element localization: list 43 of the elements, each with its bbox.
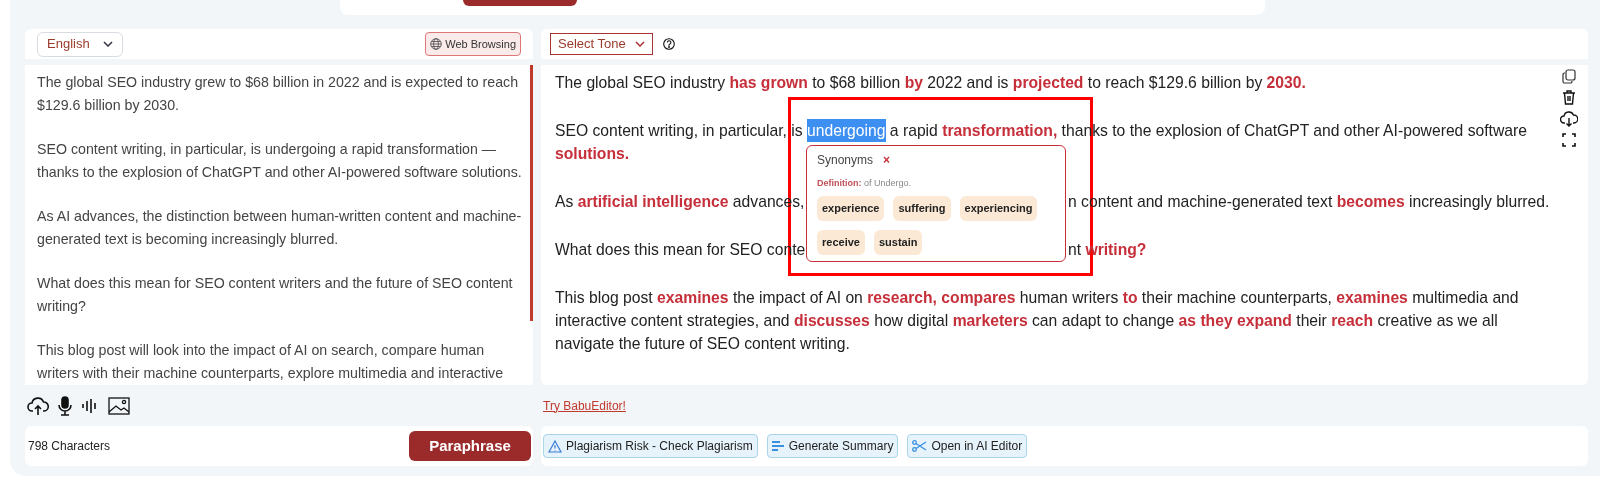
- trash-icon[interactable]: [1562, 90, 1576, 105]
- paragraph: What does this mean for SEO content writers and the future of SEO content writing?: [37, 274, 514, 316]
- cloud-download-icon[interactable]: [1560, 111, 1578, 127]
- paragraph: SEO content writing, in particular, is undergoing a rapid transformation — thanks to the explosion of ChatGPT and other AI-powered software solutions.: [37, 140, 523, 182]
- paraphrase-button[interactable]: Paraphrase: [409, 431, 531, 461]
- paragraph: The global SEO industry grew to $68 billion in 2022 and is expected to reach $129.6 billion by 2030.: [37, 73, 520, 115]
- globe-icon: [430, 38, 443, 50]
- try-link[interactable]: Try BabuEditor!: [543, 396, 626, 415]
- paragraph: This blog post will look into the impact of AI on search, compare human writers with their machine counterparts, explore multimedia and interactive: [37, 341, 505, 383]
- action-button[interactable]: Plagiarism Risk - Check Plagiarism: [543, 434, 758, 458]
- paragraph: This blog post examines the impact of AI on research, compares human writers to their machine counterparts, examines multimedia and interactive content strategies, and discusses how digital marketers can adapt to change as they expand their reach creative as we all navigate the future of SEO content writing.: [555, 288, 1520, 354]
- action-button[interactable]: Generate Summary: [766, 434, 899, 458]
- language-select[interactable]: English: [37, 31, 123, 57]
- close-button[interactable]: ×: [883, 154, 891, 166]
- chevron-down-icon: [103, 41, 113, 47]
- microphone-icon[interactable]: [58, 395, 72, 416]
- help-icon[interactable]: [663, 38, 675, 50]
- scrollbar[interactable]: [530, 65, 533, 321]
- copy-icon[interactable]: [1562, 69, 1576, 84]
- fullscreen-icon[interactable]: [1562, 133, 1576, 147]
- image-icon[interactable]: [108, 396, 130, 415]
- chevron-down-icon: [635, 41, 645, 47]
- tone-select[interactable]: Select Tone: [550, 33, 653, 55]
- action-button[interactable]: Open in AI Editor: [907, 434, 1028, 458]
- popup-title: Synonyms: [817, 152, 874, 169]
- cloud-upload-icon[interactable]: [27, 395, 49, 416]
- paragraph: The global SEO industry has grown to $68 billion by 2022 and is projected to reach $129.6 billion by 2030.: [555, 73, 1307, 93]
- lines-icon: [771, 440, 785, 452]
- synonym-chip[interactable]: receive: [817, 229, 865, 255]
- paragraph: As AI advances, the distinction between human-written content and machine-generated text is becoming increasingly blurred.: [37, 207, 523, 249]
- synonym-chip[interactable]: suffering: [893, 195, 951, 221]
- warning-icon: [548, 439, 562, 453]
- top-button[interactable]: [463, 0, 577, 6]
- web-browsing-button[interactable]: Web Browsing: [425, 32, 521, 56]
- definition-text: Definition: of Undergo.: [817, 177, 913, 190]
- synonym-chip[interactable]: sustain: [873, 229, 923, 255]
- paragraph-fragment: solutions.: [555, 144, 630, 164]
- synonym-chip[interactable]: experiencing: [959, 195, 1038, 221]
- paragraph-fragment: SEO content writing, in particular, is: [555, 121, 804, 141]
- character-count: 798 Characters: [28, 438, 111, 455]
- waveform-icon[interactable]: [81, 397, 99, 414]
- scissors-icon: [912, 440, 928, 452]
- synonym-chip[interactable]: experience: [817, 195, 885, 221]
